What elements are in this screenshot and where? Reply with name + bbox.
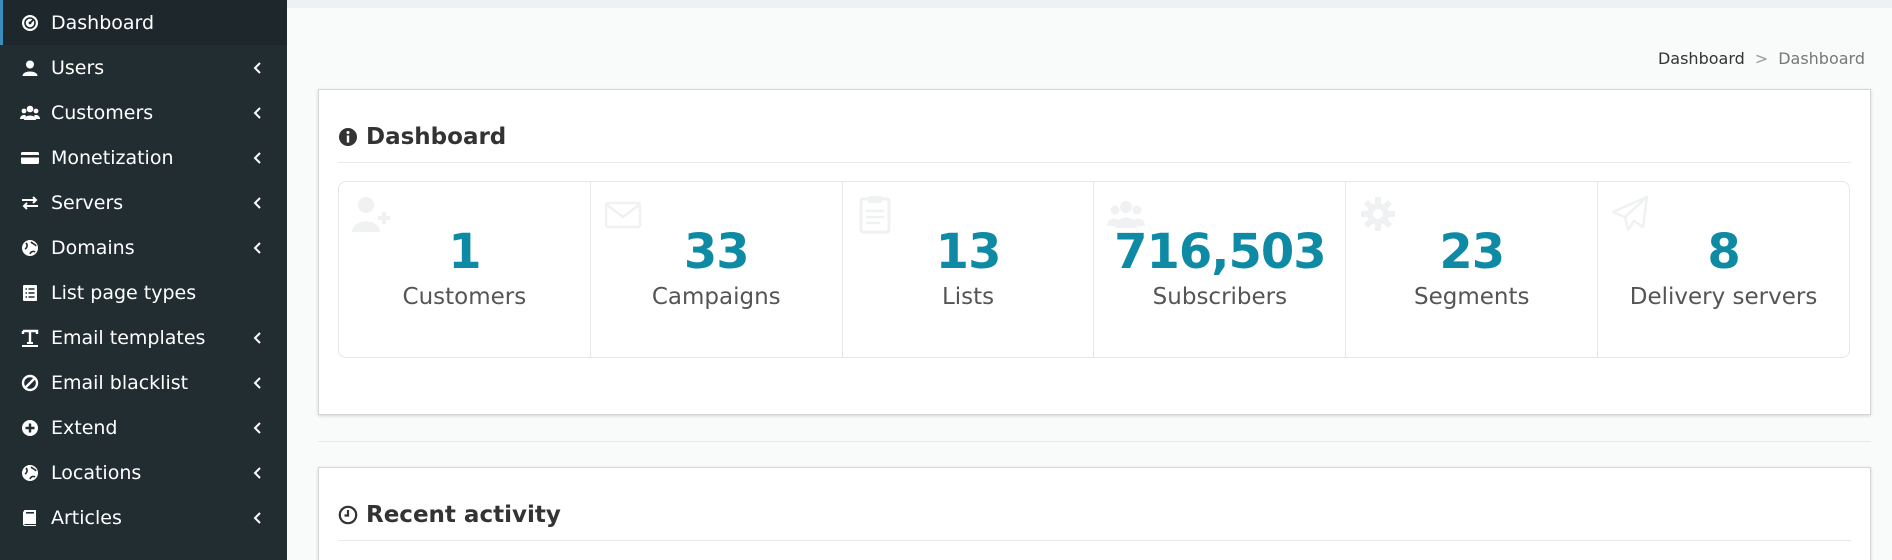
- box-header: Dashboard: [338, 90, 1851, 163]
- sidebar-item-label: Locations: [51, 461, 142, 484]
- sidebar-item-monetization[interactable]: Monetization: [0, 135, 287, 180]
- text-icon: [20, 328, 40, 348]
- sidebar-item-dashboard[interactable]: Dashboard: [0, 0, 287, 45]
- clock-icon: [338, 505, 358, 525]
- sidebar-item-list-page-types[interactable]: List page types: [0, 270, 287, 315]
- sidebar-item-locations[interactable]: Locations: [0, 450, 287, 495]
- chevron-left-icon: [253, 241, 261, 254]
- info-circle-icon: [339, 128, 357, 146]
- dashboard-icon: [20, 13, 40, 33]
- chevron-left-icon: [253, 376, 261, 389]
- chevron-left-icon: [253, 466, 261, 479]
- stat-label: Campaigns: [651, 284, 781, 310]
- stat-count: 8: [1707, 224, 1740, 280]
- section-divider: [318, 441, 1871, 442]
- plus-circle-icon: [20, 418, 40, 438]
- stat-label: Customers: [402, 284, 527, 310]
- sidebar: Dashboard Users Customers Monetization S…: [0, 0, 287, 560]
- users-icon: [20, 103, 40, 123]
- stat-label: Delivery servers: [1629, 284, 1818, 310]
- user-icon: [20, 58, 40, 78]
- box-title: Dashboard: [366, 124, 507, 150]
- exchange-icon: [20, 193, 40, 213]
- stats-panel: 1 Customers 33 Campaigns 13 Lists 716,50…: [338, 181, 1850, 358]
- chevron-left-icon: [253, 61, 261, 74]
- chevron-left-icon: [253, 196, 261, 209]
- sidebar-item-label: Servers: [51, 191, 124, 214]
- sidebar-item-users[interactable]: Users: [0, 45, 287, 90]
- stat-delivery-servers[interactable]: 8 Delivery servers: [1598, 182, 1849, 357]
- stat-count: 716,503: [1114, 224, 1327, 280]
- stat-count: 13: [935, 224, 1002, 280]
- sidebar-item-label: Domains: [51, 236, 135, 259]
- book-icon: [20, 508, 40, 528]
- sidebar-item-extend[interactable]: Extend: [0, 405, 287, 450]
- top-strip: [287, 0, 1892, 8]
- stat-lists[interactable]: 13 Lists: [843, 182, 1095, 357]
- breadcrumb-current: Dashboard: [1778, 49, 1865, 68]
- sidebar-item-label: Email blacklist: [51, 371, 189, 394]
- chevron-left-icon: [253, 331, 261, 344]
- breadcrumb-separator: >: [1754, 49, 1769, 68]
- sidebar-item-label: Extend: [51, 416, 118, 439]
- stat-customers[interactable]: 1 Customers: [339, 182, 591, 357]
- chevron-left-icon: [253, 421, 261, 434]
- globe-icon: [20, 238, 40, 258]
- sidebar-item-articles[interactable]: Articles: [0, 495, 287, 540]
- sidebar-item-email-blacklist[interactable]: Email blacklist: [0, 360, 287, 405]
- recent-activity-box: Recent activity: [318, 467, 1871, 560]
- stat-count: 1: [448, 224, 481, 280]
- sidebar-item-customers[interactable]: Customers: [0, 90, 287, 135]
- stat-label: Segments: [1413, 284, 1530, 310]
- chevron-left-icon: [253, 151, 261, 164]
- sidebar-item-servers[interactable]: Servers: [0, 180, 287, 225]
- dashboard-box: Dashboard 1 Customers 33 Campaigns 13 Li…: [318, 89, 1871, 415]
- sidebar-item-domains[interactable]: Domains: [0, 225, 287, 270]
- sidebar-item-label: Dashboard: [51, 11, 155, 34]
- stat-count: 23: [1439, 224, 1505, 280]
- sidebar-item-label: List page types: [51, 281, 197, 304]
- stat-subscribers[interactable]: 716,503 Subscribers: [1094, 182, 1347, 357]
- stat-campaigns[interactable]: 33 Campaigns: [591, 182, 843, 357]
- stat-label: Lists: [941, 284, 995, 310]
- breadcrumb-root-link[interactable]: Dashboard: [1658, 49, 1745, 68]
- credit-card-icon: [20, 148, 40, 168]
- ban-icon: [20, 373, 40, 393]
- sidebar-item-email-templates[interactable]: Email templates: [0, 315, 287, 360]
- box-header: Recent activity: [338, 468, 1851, 541]
- sidebar-item-label: Monetization: [51, 146, 174, 169]
- globe-icon: [20, 463, 40, 483]
- sidebar-item-label: Users: [51, 56, 105, 79]
- chevron-left-icon: [253, 106, 261, 119]
- breadcrumb: Dashboard > Dashboard: [1658, 49, 1865, 68]
- stat-label: Subscribers: [1152, 284, 1288, 310]
- sidebar-item-label: Customers: [51, 101, 154, 124]
- list-icon: [20, 283, 40, 303]
- sidebar-item-label: Articles: [51, 506, 122, 529]
- box-title: Recent activity: [366, 502, 561, 528]
- sidebar-item-label: Email templates: [51, 326, 206, 349]
- stat-segments[interactable]: 23 Segments: [1346, 182, 1599, 357]
- chevron-left-icon: [253, 511, 261, 524]
- stat-count: 33: [683, 224, 750, 280]
